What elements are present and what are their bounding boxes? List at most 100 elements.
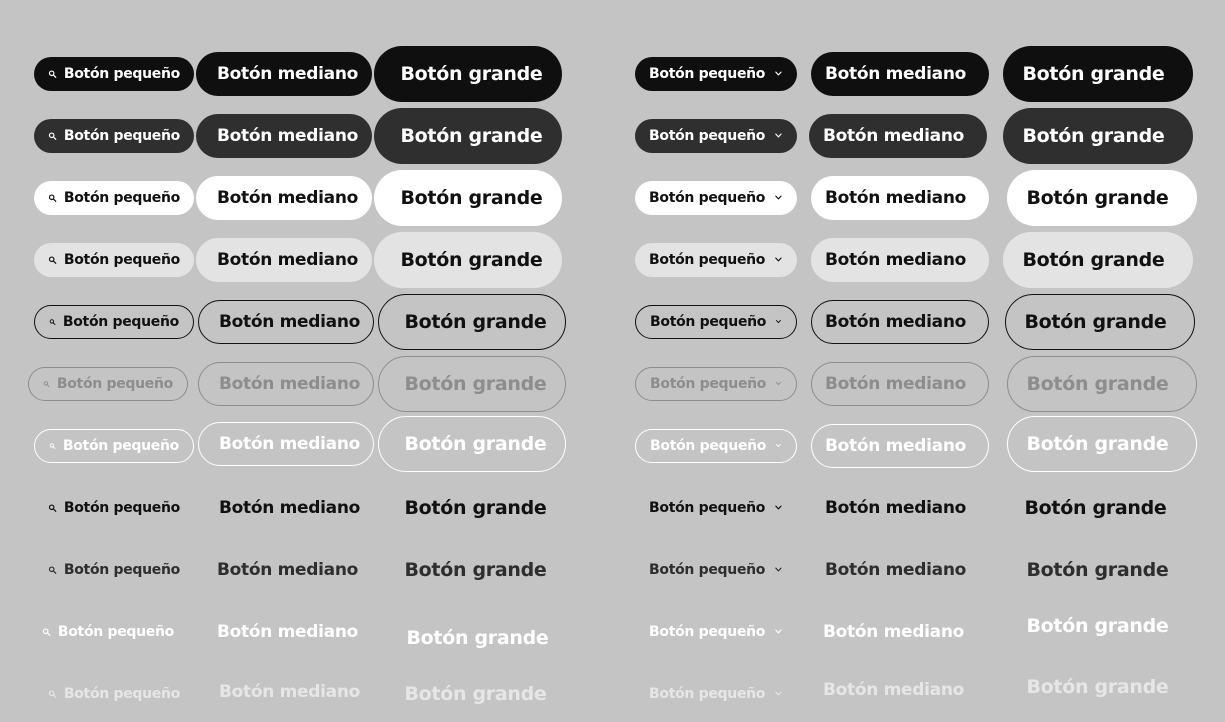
button-label: Botón pequeño [63, 66, 180, 82]
light-small-dropdown-button[interactable]: Botón pequeño [635, 243, 797, 277]
ghost-white-large-dropdown-button[interactable]: Botón grande [1007, 598, 1197, 654]
outline-muted-small-dropdown-button[interactable]: Botón pequeño [635, 367, 797, 401]
search-icon [42, 625, 51, 639]
button-label: Botón grande [1026, 187, 1169, 209]
search-icon [48, 129, 57, 143]
button-label: Botón pequeño [63, 562, 180, 578]
chevron-down-icon [775, 440, 782, 451]
button-label: Botón grande [404, 311, 547, 333]
outline-muted-medium-dropdown-button[interactable]: Botón mediano [811, 362, 989, 406]
ghost-small-dropdown-button[interactable]: Botón pequeño [635, 491, 797, 525]
outline-white-medium-search-button[interactable]: Botón mediano [198, 422, 374, 466]
outline-muted-small-search-button[interactable]: Botón pequeño [28, 367, 188, 401]
ghost-dark-large-dropdown-button[interactable]: Botón grande [1007, 542, 1197, 598]
button-label: Botón grande [1024, 311, 1167, 333]
ghost-faded-large-dropdown-button[interactable]: Botón grande [1007, 659, 1197, 715]
white-medium-search-button[interactable]: Botón mediano [196, 176, 372, 220]
button-label: Botón grande [1026, 433, 1169, 455]
button-label: Botón pequeño [649, 624, 766, 640]
light-small-search-button[interactable]: Botón pequeño [34, 243, 194, 277]
white-small-search-button[interactable]: Botón pequeño [34, 181, 194, 215]
primary-medium-search-button[interactable]: Botón mediano [196, 52, 372, 96]
ghost-dark-medium-search-button[interactable]: Botón mediano [196, 548, 372, 592]
search-icon [48, 67, 57, 81]
button-label: Botón pequeño [649, 686, 766, 702]
ghost-white-small-search-button[interactable]: Botón pequeño [28, 615, 188, 649]
button-label: Botón mediano [824, 498, 967, 518]
dark-small-search-button[interactable]: Botón pequeño [34, 119, 194, 153]
outline-large-dropdown-button[interactable]: Botón grande [1005, 294, 1195, 350]
outline-white-medium-dropdown-button[interactable]: Botón mediano [811, 424, 989, 468]
button-label: Botón grande [1024, 497, 1167, 519]
button-label: Botón grande [400, 125, 543, 147]
ghost-small-search-button[interactable]: Botón pequeño [34, 491, 194, 525]
chevron-down-icon [774, 688, 783, 699]
button-label: Botón mediano [824, 188, 967, 208]
light-large-dropdown-button[interactable]: Botón grande [1003, 232, 1193, 288]
outline-medium-dropdown-button[interactable]: Botón mediano [811, 300, 989, 344]
chevron-down-icon [775, 316, 782, 327]
dark-large-search-button[interactable]: Botón grande [374, 108, 562, 164]
button-label: Botón grande [1026, 676, 1169, 698]
chevron-down-icon [774, 192, 783, 203]
search-icon [49, 315, 56, 329]
outline-white-large-dropdown-button[interactable]: Botón grande [1007, 416, 1197, 472]
ghost-dark-small-dropdown-button[interactable]: Botón pequeño [635, 553, 797, 587]
ghost-faded-small-dropdown-button[interactable]: Botón pequeño [635, 677, 797, 711]
light-large-search-button[interactable]: Botón grande [374, 232, 562, 288]
ghost-dark-medium-dropdown-button[interactable]: Botón mediano [811, 548, 989, 592]
button-label: Botón pequeño [63, 190, 180, 206]
primary-small-search-button[interactable]: Botón pequeño [34, 57, 194, 91]
ghost-medium-dropdown-button[interactable]: Botón mediano [811, 486, 989, 530]
light-medium-dropdown-button[interactable]: Botón mediano [811, 238, 989, 282]
button-label: Botón mediano [822, 126, 965, 146]
outline-muted-large-search-button[interactable]: Botón grande [378, 356, 566, 412]
button-label: Botón grande [404, 373, 547, 395]
ghost-dark-large-search-button[interactable]: Botón grande [378, 542, 566, 598]
button-label: Botón grande [1026, 559, 1169, 581]
outline-white-small-search-button[interactable]: Botón pequeño [34, 429, 194, 463]
outline-small-dropdown-button[interactable]: Botón pequeño [635, 305, 797, 339]
button-label: Botón pequeño [63, 128, 180, 144]
primary-large-search-button[interactable]: Botón grande [374, 46, 562, 102]
ghost-white-medium-dropdown-button[interactable]: Botón mediano [809, 610, 987, 654]
white-medium-dropdown-button[interactable]: Botón mediano [811, 176, 989, 220]
outline-small-search-button[interactable]: Botón pequeño [34, 305, 194, 339]
search-icon [48, 191, 57, 205]
dark-medium-search-button[interactable]: Botón mediano [196, 114, 372, 158]
ghost-large-search-button[interactable]: Botón grande [378, 480, 566, 536]
ghost-faded-large-search-button[interactable]: Botón grande [378, 666, 566, 722]
ghost-large-dropdown-button[interactable]: Botón grande [1005, 480, 1195, 536]
outline-muted-medium-search-button[interactable]: Botón mediano [198, 362, 374, 406]
button-label: Botón grande [1026, 615, 1169, 637]
ghost-white-medium-search-button[interactable]: Botón mediano [196, 610, 372, 654]
outline-large-search-button[interactable]: Botón grande [378, 294, 566, 350]
light-medium-search-button[interactable]: Botón mediano [196, 238, 372, 282]
white-large-search-button[interactable]: Botón grande [374, 170, 562, 226]
dark-small-dropdown-button[interactable]: Botón pequeño [635, 119, 797, 153]
button-label: Botón grande [1022, 249, 1165, 271]
outline-muted-large-dropdown-button[interactable]: Botón grande [1007, 356, 1197, 412]
ghost-dark-small-search-button[interactable]: Botón pequeño [34, 553, 194, 587]
ghost-white-small-dropdown-button[interactable]: Botón pequeño [635, 615, 797, 649]
button-label: Botón pequeño [649, 500, 766, 516]
button-label: Botón pequeño [62, 314, 179, 330]
outline-white-small-dropdown-button[interactable]: Botón pequeño [635, 429, 797, 463]
outline-white-large-search-button[interactable]: Botón grande [378, 416, 566, 472]
white-small-dropdown-button[interactable]: Botón pequeño [635, 181, 797, 215]
primary-medium-dropdown-button[interactable]: Botón mediano [811, 52, 989, 96]
dark-medium-dropdown-button[interactable]: Botón mediano [809, 114, 987, 158]
primary-small-dropdown-button[interactable]: Botón pequeño [635, 57, 797, 91]
outline-medium-search-button[interactable]: Botón mediano [198, 300, 374, 344]
ghost-white-large-search-button[interactable]: Botón grande [380, 610, 568, 666]
ghost-faded-medium-search-button[interactable]: Botón mediano [198, 670, 374, 714]
chevron-down-icon [774, 254, 783, 265]
ghost-faded-medium-dropdown-button[interactable]: Botón mediano [809, 668, 987, 712]
button-label: Botón mediano [824, 560, 967, 580]
primary-large-dropdown-button[interactable]: Botón grande [1003, 46, 1193, 102]
ghost-medium-search-button[interactable]: Botón mediano [198, 486, 374, 530]
white-large-dropdown-button[interactable]: Botón grande [1007, 170, 1197, 226]
ghost-faded-small-search-button[interactable]: Botón pequeño [34, 677, 194, 711]
button-label: Botón grande [406, 627, 549, 649]
dark-large-dropdown-button[interactable]: Botón grande [1003, 108, 1193, 164]
